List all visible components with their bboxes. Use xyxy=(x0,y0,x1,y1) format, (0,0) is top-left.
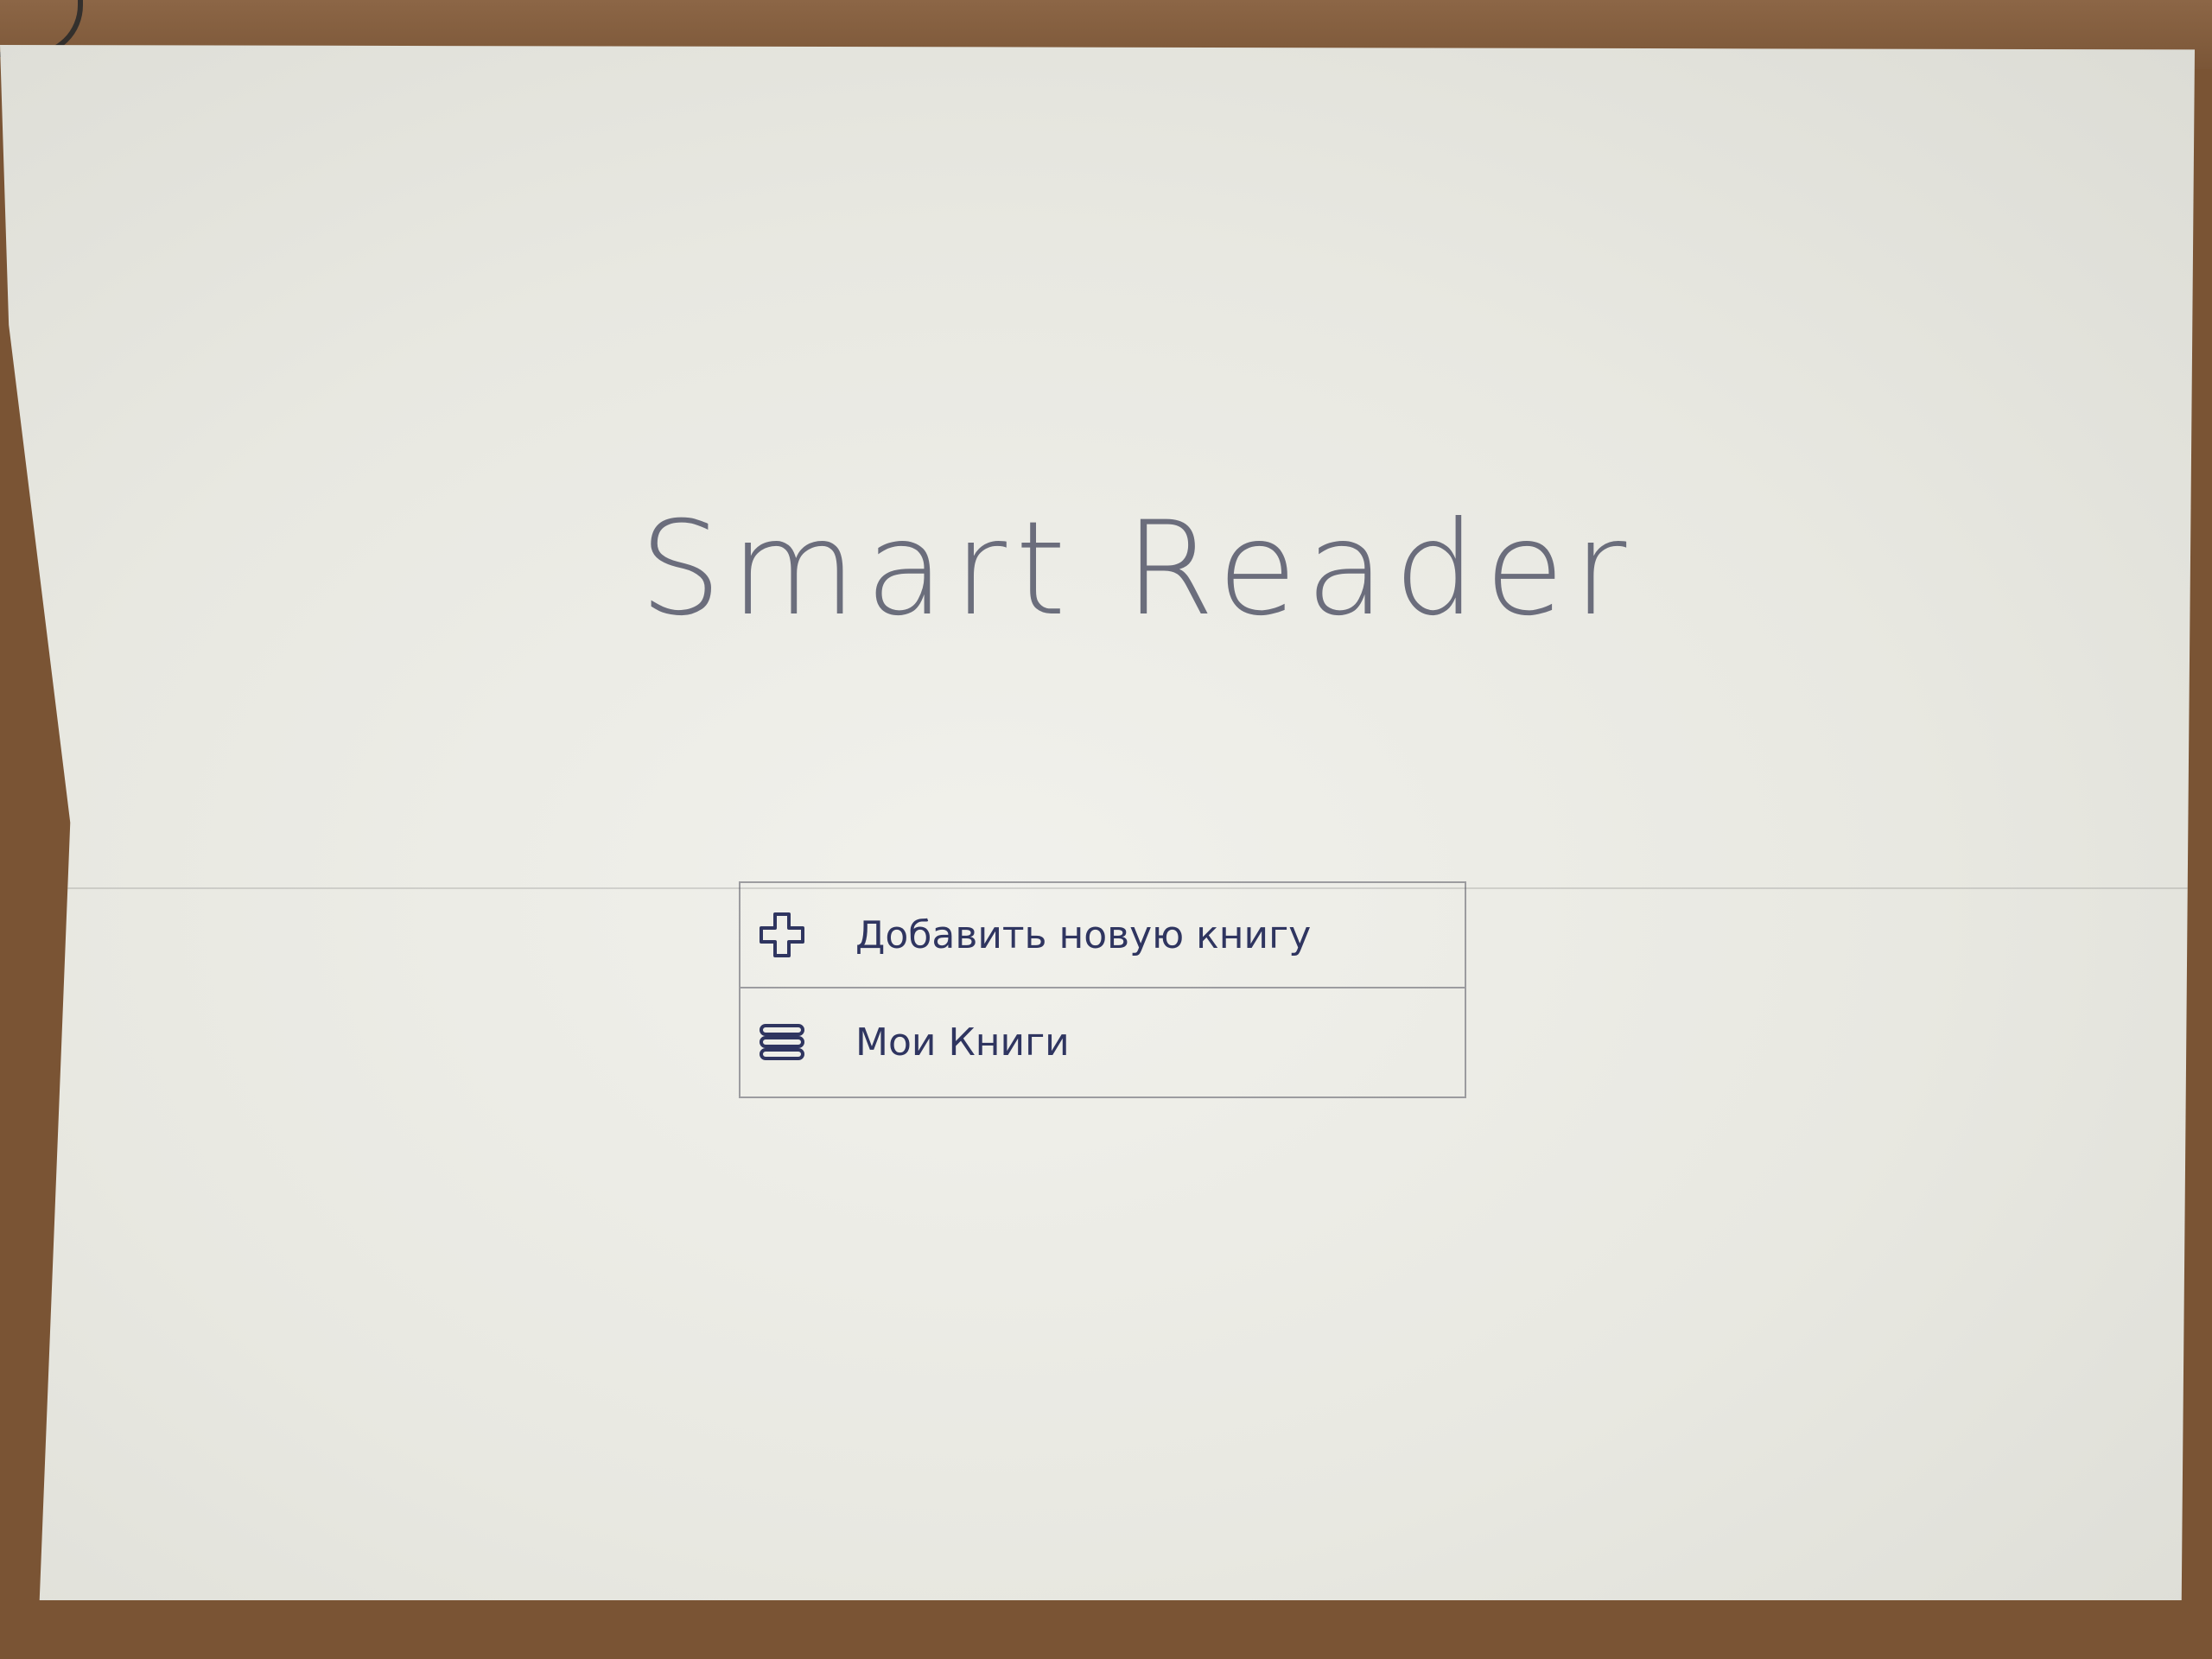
paper-sheet: Smart Reader Добавить новую книгу Мои Кн… xyxy=(0,45,2195,1600)
plus-icon xyxy=(756,909,808,961)
add-new-book-button[interactable]: Добавить новую книгу xyxy=(741,883,1465,987)
my-books-button[interactable]: Мои Книги xyxy=(741,987,1465,1096)
books-stack-icon xyxy=(756,1017,808,1069)
main-menu: Добавить новую книгу Мои Книги xyxy=(739,881,1466,1098)
add-new-book-label: Добавить новую книгу xyxy=(855,912,1312,957)
app-title: Smart Reader xyxy=(639,494,1636,645)
my-books-label: Мои Книги xyxy=(855,1020,1070,1065)
